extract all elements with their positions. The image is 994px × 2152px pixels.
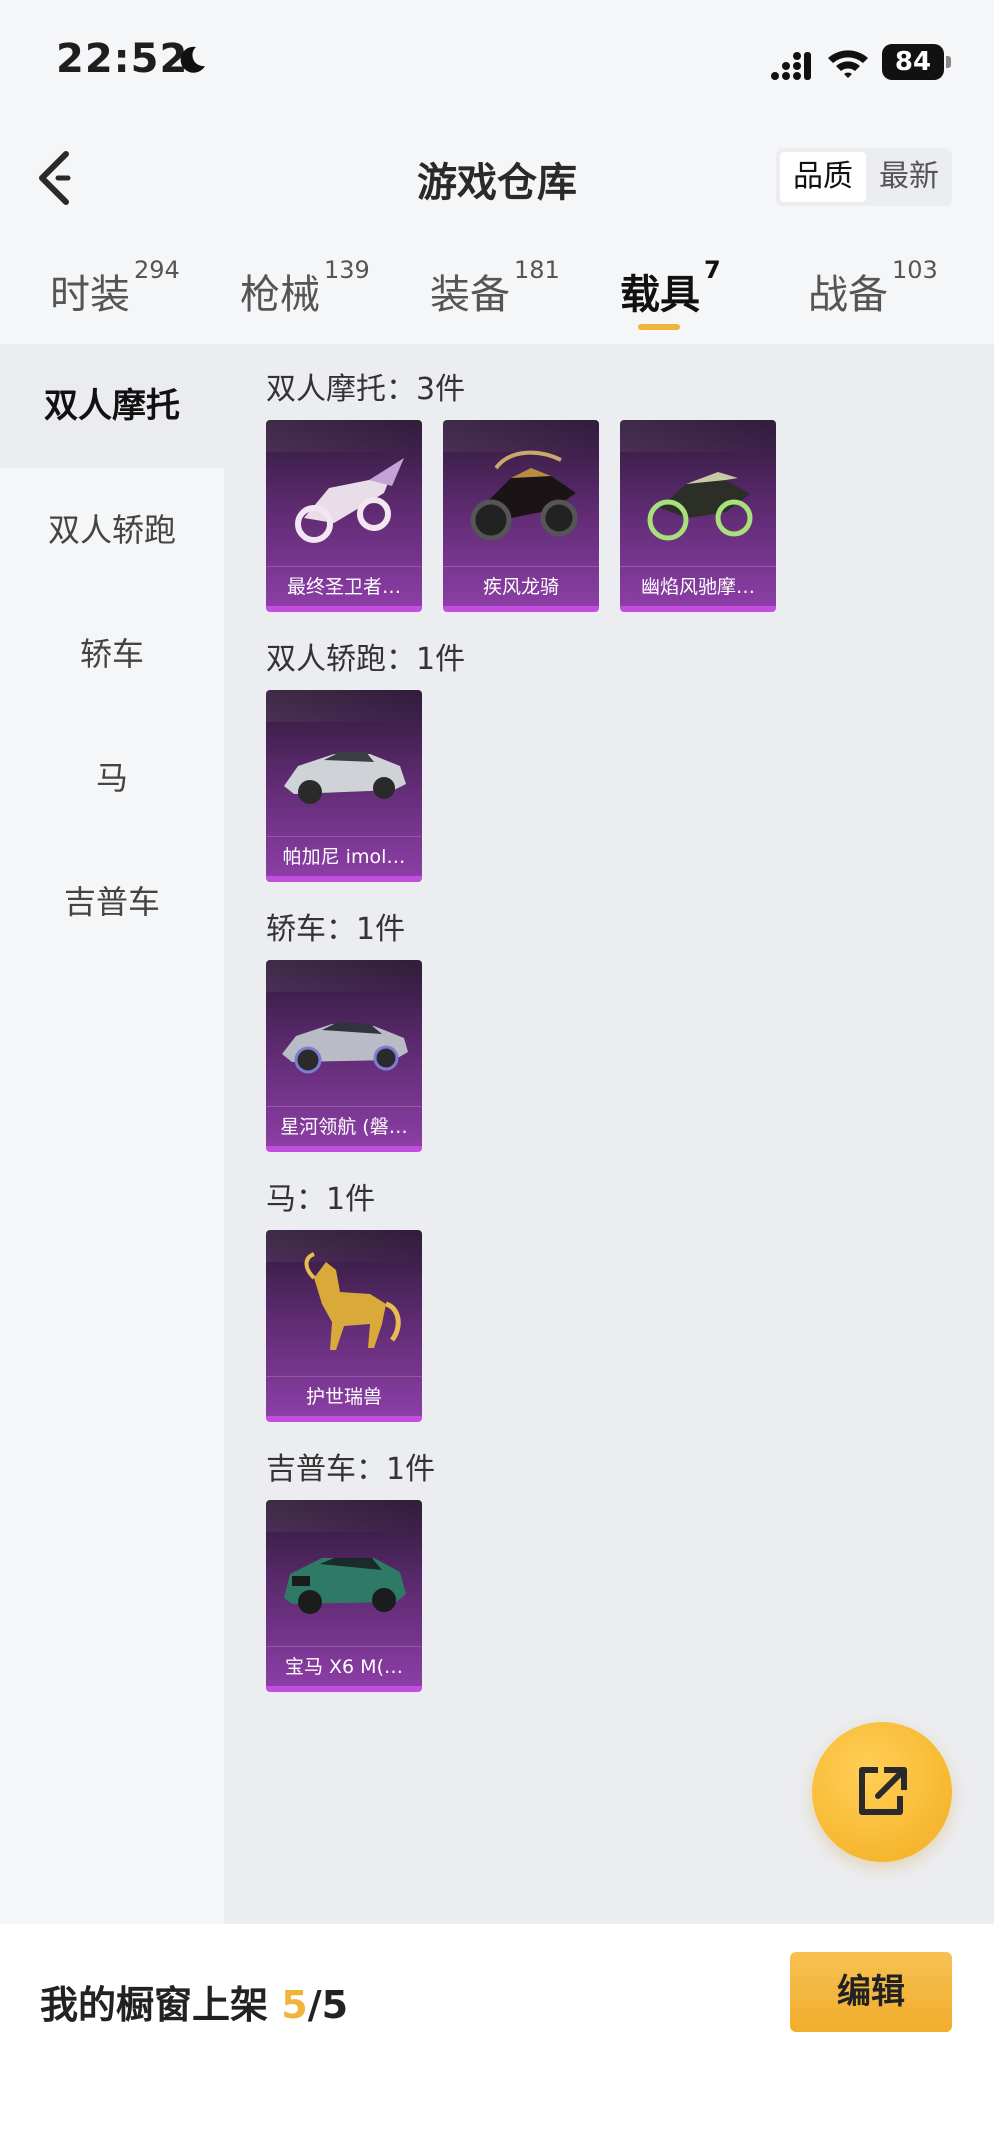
showcase-bar: 我的橱窗上架 5/5 编辑	[0, 1924, 994, 2152]
item-name: 帕加尼 imol…	[266, 836, 422, 876]
section-title: 双人摩托：3件	[266, 372, 466, 407]
motorcycle-image	[647, 472, 753, 541]
tab-count: 294	[134, 256, 180, 284]
tab-count: 7	[704, 256, 721, 284]
sidebar-item-two-seat-coupe[interactable]: 双人轿跑	[0, 468, 224, 592]
showcase-status: 我的橱窗上架 5/5	[40, 1974, 348, 2029]
moon-icon	[180, 46, 205, 73]
battery-level: 84	[882, 44, 944, 80]
motorcycle-image	[470, 450, 578, 541]
battery-icon: 84	[882, 44, 952, 80]
vehicle-list: 双人摩托：3件 最终圣卫者… 疾风龙骑 幽焰风驰摩… 双人轿跑：1件 帕加尼 i…	[224, 344, 994, 1924]
motorcycle-image	[295, 458, 404, 543]
sidebar: 双人摩托 双人轿跑 轿车 马 吉普车	[0, 344, 224, 1924]
sidebar-item-two-seat-motorcycle[interactable]: 双人摩托	[0, 344, 224, 468]
item-name: 星河领航 (磐…	[266, 1106, 422, 1146]
sedan-image	[282, 1022, 408, 1074]
tab-count: 181	[514, 256, 560, 284]
tab-label: 枪械	[240, 272, 320, 318]
active-tab-indicator	[638, 324, 680, 330]
golden-beast-image	[304, 1252, 401, 1350]
tab-equipment[interactable]: 装备181	[430, 256, 560, 320]
section-title: 吉普车：1件	[266, 1452, 436, 1487]
showcase-label: 我的橱窗上架	[40, 1983, 269, 2027]
item-name: 宝马 X6 M(…	[266, 1646, 422, 1686]
cellular-signal-icon	[771, 52, 811, 80]
category-tabs: 时装294 枪械139 装备181 载具7 战备103	[0, 250, 994, 340]
tab-label: 装备	[430, 272, 510, 318]
section-title: 双人轿跑：1件	[266, 642, 466, 677]
back-arrow-icon[interactable]	[32, 148, 82, 208]
share-button[interactable]	[812, 1722, 952, 1862]
section-title: 马：1件	[266, 1182, 376, 1217]
edit-button[interactable]: 编辑	[790, 1952, 952, 2032]
section-title: 轿车：1件	[266, 912, 406, 947]
suv-image	[284, 1558, 406, 1614]
tab-firearms[interactable]: 枪械139	[240, 256, 370, 320]
item-card[interactable]: 宝马 X6 M(…	[266, 1500, 422, 1692]
item-card[interactable]: 护世瑞兽	[266, 1230, 422, 1422]
item-card[interactable]: 最终圣卫者…	[266, 420, 422, 612]
tab-count: 139	[324, 256, 370, 284]
item-name: 最终圣卫者…	[266, 566, 422, 606]
tab-vehicles[interactable]: 载具7	[620, 256, 721, 320]
status-time: 22:52	[56, 36, 189, 82]
wifi-icon	[828, 50, 868, 78]
status-bar: 22:52 84	[0, 0, 994, 120]
item-name: 护世瑞兽	[266, 1376, 422, 1416]
item-name: 幽焰风驰摩…	[620, 566, 776, 606]
tab-combat-gear[interactable]: 战备103	[808, 256, 938, 320]
sort-newest-button[interactable]: 最新	[866, 148, 952, 206]
item-card[interactable]: 帕加尼 imol…	[266, 690, 422, 882]
item-card[interactable]: 幽焰风驰摩…	[620, 420, 776, 612]
showcase-count: 5	[281, 1983, 308, 2027]
sort-quality-button[interactable]: 品质	[780, 152, 866, 202]
sidebar-item-jeep[interactable]: 吉普车	[0, 840, 224, 964]
tab-label: 时装	[50, 272, 130, 318]
tab-label: 载具	[620, 272, 700, 318]
item-name: 疾风龙骑	[443, 566, 599, 606]
tab-label: 战备	[808, 272, 888, 318]
tab-count: 103	[892, 256, 938, 284]
sports-car-image	[284, 752, 406, 804]
share-external-icon	[859, 1767, 907, 1815]
item-card[interactable]: 星河领航 (磐…	[266, 960, 422, 1152]
sort-toggle: 品质 最新	[776, 148, 952, 206]
tab-fashion[interactable]: 时装294	[50, 256, 180, 320]
showcase-total: /5	[307, 1983, 349, 2027]
sidebar-item-sedan[interactable]: 轿车	[0, 592, 224, 716]
item-card[interactable]: 疾风龙骑	[443, 420, 599, 612]
sidebar-item-horse[interactable]: 马	[0, 716, 224, 840]
